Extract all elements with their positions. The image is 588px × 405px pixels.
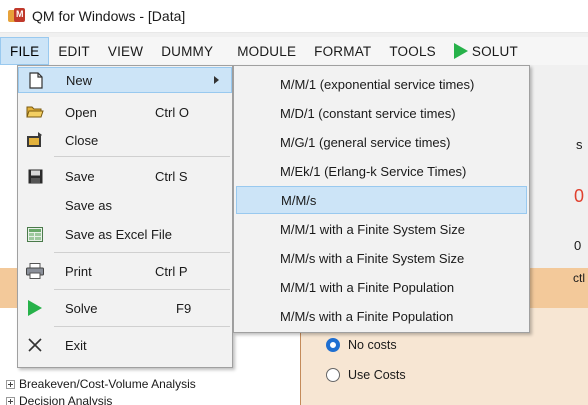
tree-item-label: Decision Analysis bbox=[19, 394, 113, 405]
close-folder-icon bbox=[26, 131, 44, 149]
file-menu-solve-shortcut: F9 bbox=[176, 300, 192, 316]
peek-text-ctl: ctl bbox=[573, 271, 585, 285]
radio-use-costs[interactable]: Use Costs bbox=[326, 368, 406, 382]
menu-tools[interactable]: TOOLS bbox=[380, 37, 445, 65]
radio-use-costs-label: Use Costs bbox=[348, 368, 406, 382]
menu-file[interactable]: FILE bbox=[0, 37, 50, 65]
submenu-mek1[interactable]: M/Ek/1 (Erlang-k Service Times) bbox=[236, 157, 527, 185]
menu-view[interactable]: VIEW bbox=[99, 37, 152, 65]
expand-plus-icon[interactable] bbox=[6, 379, 15, 389]
file-menu-save[interactable]: Save Ctrl S bbox=[18, 163, 232, 189]
new-submenu: M/M/1 (exponential service times) M/D/1 … bbox=[233, 65, 530, 333]
window-title: QM for Windows - [Data] bbox=[32, 8, 186, 24]
peek-text-s: s bbox=[576, 137, 583, 152]
menu-module[interactable]: MODULE bbox=[228, 37, 305, 65]
printer-icon bbox=[26, 262, 44, 280]
submenu-mg1[interactable]: M/G/1 (general service times) bbox=[236, 128, 527, 156]
submenu-md1[interactable]: M/D/1 (constant service times) bbox=[236, 99, 527, 127]
file-menu-exit-label: Exit bbox=[65, 337, 87, 353]
file-menu-save-as-label: Save as bbox=[65, 197, 112, 213]
file-menu-save-label: Save bbox=[65, 168, 95, 184]
new-file-icon bbox=[27, 71, 45, 89]
radio-no-costs-label: No costs bbox=[348, 338, 397, 352]
open-folder-icon bbox=[26, 103, 44, 121]
submenu-mm1-finite-pop[interactable]: M/M/1 with a Finite Population bbox=[236, 273, 527, 301]
file-menu-new[interactable]: New bbox=[18, 67, 232, 93]
file-menu: New Open Ctrl O Close Save Ctrl S Save a… bbox=[17, 65, 233, 368]
file-menu-exit[interactable]: Exit bbox=[18, 332, 232, 358]
peek-value-red: 0 bbox=[574, 186, 585, 206]
close-x-icon bbox=[26, 336, 44, 354]
submenu-mm1-finite-size[interactable]: M/M/1 with a Finite System Size bbox=[236, 215, 527, 243]
file-menu-save-shortcut: Ctrl S bbox=[155, 168, 188, 184]
file-menu-solve-label: Solve bbox=[65, 300, 98, 316]
file-menu-open-label: Open bbox=[65, 104, 97, 120]
file-menu-save-excel[interactable]: Save as Excel File bbox=[18, 221, 232, 247]
file-menu-close[interactable]: Close bbox=[18, 127, 232, 153]
submenu-mms-finite-size[interactable]: M/M/s with a Finite System Size bbox=[236, 244, 527, 272]
file-menu-new-label: New bbox=[66, 72, 93, 88]
menu-solution-label: SOLUT bbox=[471, 43, 518, 59]
title-bar: M QM for Windows - [Data] bbox=[0, 0, 588, 33]
menu-solution[interactable]: SOLUT bbox=[445, 37, 518, 65]
submenu-arrow-icon bbox=[214, 76, 219, 84]
expand-plus-icon[interactable] bbox=[6, 396, 15, 405]
radio-checked-icon bbox=[326, 338, 340, 352]
file-menu-open[interactable]: Open Ctrl O bbox=[18, 99, 232, 125]
radio-unchecked-icon bbox=[326, 368, 340, 382]
file-menu-print[interactable]: Print Ctrl P bbox=[18, 258, 232, 284]
excel-icon bbox=[26, 225, 44, 243]
menu-separator bbox=[54, 156, 230, 157]
file-menu-save-excel-label: Save as Excel File bbox=[65, 226, 172, 242]
menu-bar: FILE EDIT VIEW DUMMY MODULE FORMAT TOOLS… bbox=[0, 37, 588, 65]
submenu-mm1[interactable]: M/M/1 (exponential service times) bbox=[236, 70, 527, 98]
tree-item-label: Breakeven/Cost-Volume Analysis bbox=[19, 377, 196, 391]
file-menu-solve[interactable]: Solve F9 bbox=[18, 295, 232, 321]
menu-edit[interactable]: EDIT bbox=[49, 37, 99, 65]
menu-separator bbox=[54, 326, 230, 327]
file-menu-save-as[interactable]: Save as bbox=[18, 192, 232, 218]
file-menu-open-shortcut: Ctrl O bbox=[155, 104, 189, 120]
peek-value: 0 bbox=[574, 238, 582, 253]
menu-separator bbox=[54, 289, 230, 290]
radio-no-costs[interactable]: No costs bbox=[326, 338, 397, 352]
menu-format[interactable]: FORMAT bbox=[305, 37, 380, 65]
submenu-mms[interactable]: M/M/s bbox=[236, 186, 527, 214]
submenu-mms-finite-pop[interactable]: M/M/s with a Finite Population bbox=[236, 302, 527, 330]
file-menu-print-label: Print bbox=[65, 263, 92, 279]
tree-item-decision[interactable]: Decision Analysis bbox=[6, 394, 112, 405]
qm-app-icon: M bbox=[8, 8, 26, 24]
file-menu-print-shortcut: Ctrl P bbox=[155, 263, 188, 279]
menu-dummy[interactable]: DUMMY bbox=[152, 37, 222, 65]
solve-play-icon bbox=[26, 299, 44, 317]
menu-separator bbox=[54, 252, 230, 253]
file-menu-close-label: Close bbox=[65, 132, 99, 148]
solve-play-icon bbox=[453, 43, 468, 59]
floppy-disk-icon bbox=[26, 167, 44, 185]
tree-item-breakeven[interactable]: Breakeven/Cost-Volume Analysis bbox=[6, 377, 196, 391]
